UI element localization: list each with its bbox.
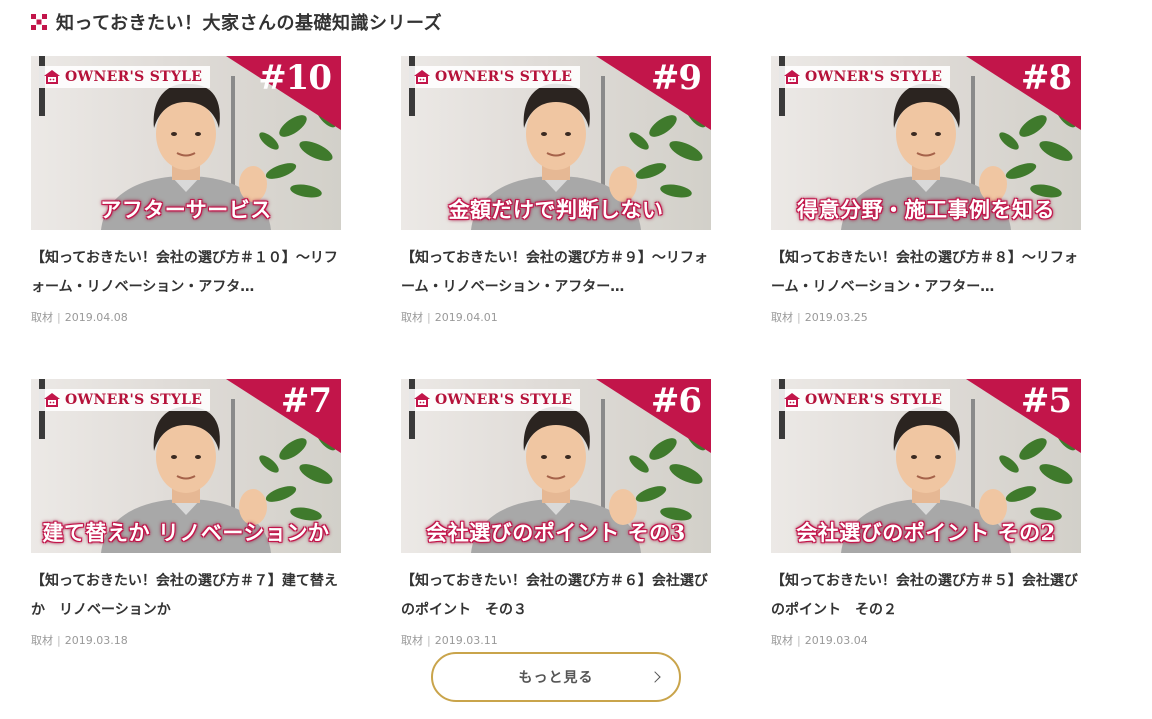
checker-square-icon <box>31 14 47 30</box>
brand-logo: OWNER'S STYLE <box>779 389 951 411</box>
article-date: 2019.03.11 <box>434 634 498 647</box>
article-category: 取材 <box>31 634 53 647</box>
article-card[interactable]: OWNER'S STYLE #5 会社選びのポイント その2 【知っておきたい！… <box>771 379 1081 648</box>
house-icon <box>414 393 430 407</box>
meta-separator: | <box>797 311 801 324</box>
article-thumbnail[interactable]: OWNER'S STYLE #5 会社選びのポイント その2 <box>771 379 1081 553</box>
thumbnail-caption: アフターサービス <box>100 197 272 222</box>
article-thumbnail[interactable]: OWNER'S STYLE #8 得意分野・施工事例を知る <box>771 56 1081 230</box>
article-card[interactable]: OWNER'S STYLE #9 金額だけで判断しない 【知っておきたい！会社の… <box>401 56 711 325</box>
article-title[interactable]: 【知っておきたい！会社の選び方＃９】～リフォーム・リノベーション・アフター… <box>401 244 711 302</box>
brand-name: OWNER'S STYLE <box>805 69 943 85</box>
article-meta: 取材 | 2019.03.18 <box>31 634 341 648</box>
brand-name: OWNER'S STYLE <box>65 392 203 408</box>
episode-number: #10 <box>258 58 332 98</box>
brand-name: OWNER'S STYLE <box>435 392 573 408</box>
article-card[interactable]: OWNER'S STYLE #7 建て替えか リノベーションか 【知っておきたい… <box>31 379 341 648</box>
brand-logo: OWNER'S STYLE <box>409 66 581 88</box>
article-date: 2019.03.25 <box>804 311 868 324</box>
house-icon <box>784 393 800 407</box>
meta-separator: | <box>427 311 431 324</box>
article-title[interactable]: 【知っておきたい！会社の選び方＃７】建て替えか リノベーションか <box>31 567 341 625</box>
meta-separator: | <box>797 634 801 647</box>
article-title[interactable]: 【知っておきたい！会社の選び方＃１０】～リフォーム・リノベーション・アフタ… <box>31 244 341 302</box>
article-meta: 取材 | 2019.04.08 <box>31 311 341 325</box>
house-icon <box>44 70 60 84</box>
house-icon <box>44 393 60 407</box>
article-category: 取材 <box>771 311 793 324</box>
thumbnail-caption: 会社選びのポイント その3 <box>426 520 686 545</box>
article-category: 取材 <box>401 311 423 324</box>
article-meta: 取材 | 2019.03.04 <box>771 634 1081 648</box>
article-thumbnail[interactable]: OWNER'S STYLE #6 会社選びのポイント その3 <box>401 379 711 553</box>
article-meta: 取材 | 2019.03.11 <box>401 634 711 648</box>
article-date: 2019.03.04 <box>804 634 868 647</box>
more-button-label: もっと見る <box>518 670 594 686</box>
brand-logo: OWNER'S STYLE <box>39 389 211 411</box>
meta-separator: | <box>57 311 61 324</box>
article-date: 2019.04.08 <box>64 311 128 324</box>
article-card[interactable]: OWNER'S STYLE #6 会社選びのポイント その3 【知っておきたい！… <box>401 379 711 648</box>
episode-number: #5 <box>1020 381 1072 421</box>
brand-logo: OWNER'S STYLE <box>39 66 211 88</box>
article-category: 取材 <box>401 634 423 647</box>
episode-number: #9 <box>650 58 702 98</box>
more-button[interactable]: もっと見る <box>431 652 681 702</box>
article-title[interactable]: 【知っておきたい！会社の選び方＃６】会社選びのポイント その３ <box>401 567 711 625</box>
house-icon <box>784 70 800 84</box>
episode-number: #7 <box>280 381 332 421</box>
meta-separator: | <box>427 634 431 647</box>
article-card[interactable]: OWNER'S STYLE #8 得意分野・施工事例を知る 【知っておきたい！会… <box>771 56 1081 325</box>
article-date: 2019.03.18 <box>64 634 128 647</box>
house-icon <box>414 70 430 84</box>
article-thumbnail[interactable]: OWNER'S STYLE #10 アフターサービス <box>31 56 341 230</box>
article-thumbnail[interactable]: OWNER'S STYLE #9 金額だけで判断しない <box>401 56 711 230</box>
thumbnail-caption: 金額だけで判断しない <box>448 197 664 222</box>
article-category: 取材 <box>771 634 793 647</box>
article-meta: 取材 | 2019.03.25 <box>771 311 1081 325</box>
thumbnail-caption: 得意分野・施工事例を知る <box>797 197 1055 222</box>
thumbnail-caption: 会社選びのポイント その2 <box>796 520 1056 545</box>
episode-number: #6 <box>650 381 702 421</box>
article-title[interactable]: 【知っておきたい！会社の選び方＃８】～リフォーム・リノベーション・アフター… <box>771 244 1081 302</box>
brand-logo: OWNER'S STYLE <box>779 66 951 88</box>
section-header: 知っておきたい！大家さんの基礎知識シリーズ <box>31 8 442 36</box>
section-title: 知っておきたい！大家さんの基礎知識シリーズ <box>56 13 443 34</box>
chevron-right-icon <box>649 671 661 683</box>
article-title[interactable]: 【知っておきたい！会社の選び方＃５】会社選びのポイント その２ <box>771 567 1081 625</box>
meta-separator: | <box>57 634 61 647</box>
episode-number: #8 <box>1020 58 1072 98</box>
thumbnail-caption: 建て替えか リノベーションか <box>42 520 330 545</box>
article-thumbnail[interactable]: OWNER'S STYLE #7 建て替えか リノベーションか <box>31 379 341 553</box>
article-card[interactable]: OWNER'S STYLE #10 アフターサービス 【知っておきたい！会社の選… <box>31 56 341 325</box>
article-category: 取材 <box>31 311 53 324</box>
article-meta: 取材 | 2019.04.01 <box>401 311 711 325</box>
brand-name: OWNER'S STYLE <box>805 392 943 408</box>
brand-name: OWNER'S STYLE <box>65 69 203 85</box>
brand-logo: OWNER'S STYLE <box>409 389 581 411</box>
brand-name: OWNER'S STYLE <box>435 69 573 85</box>
article-date: 2019.04.01 <box>434 311 498 324</box>
